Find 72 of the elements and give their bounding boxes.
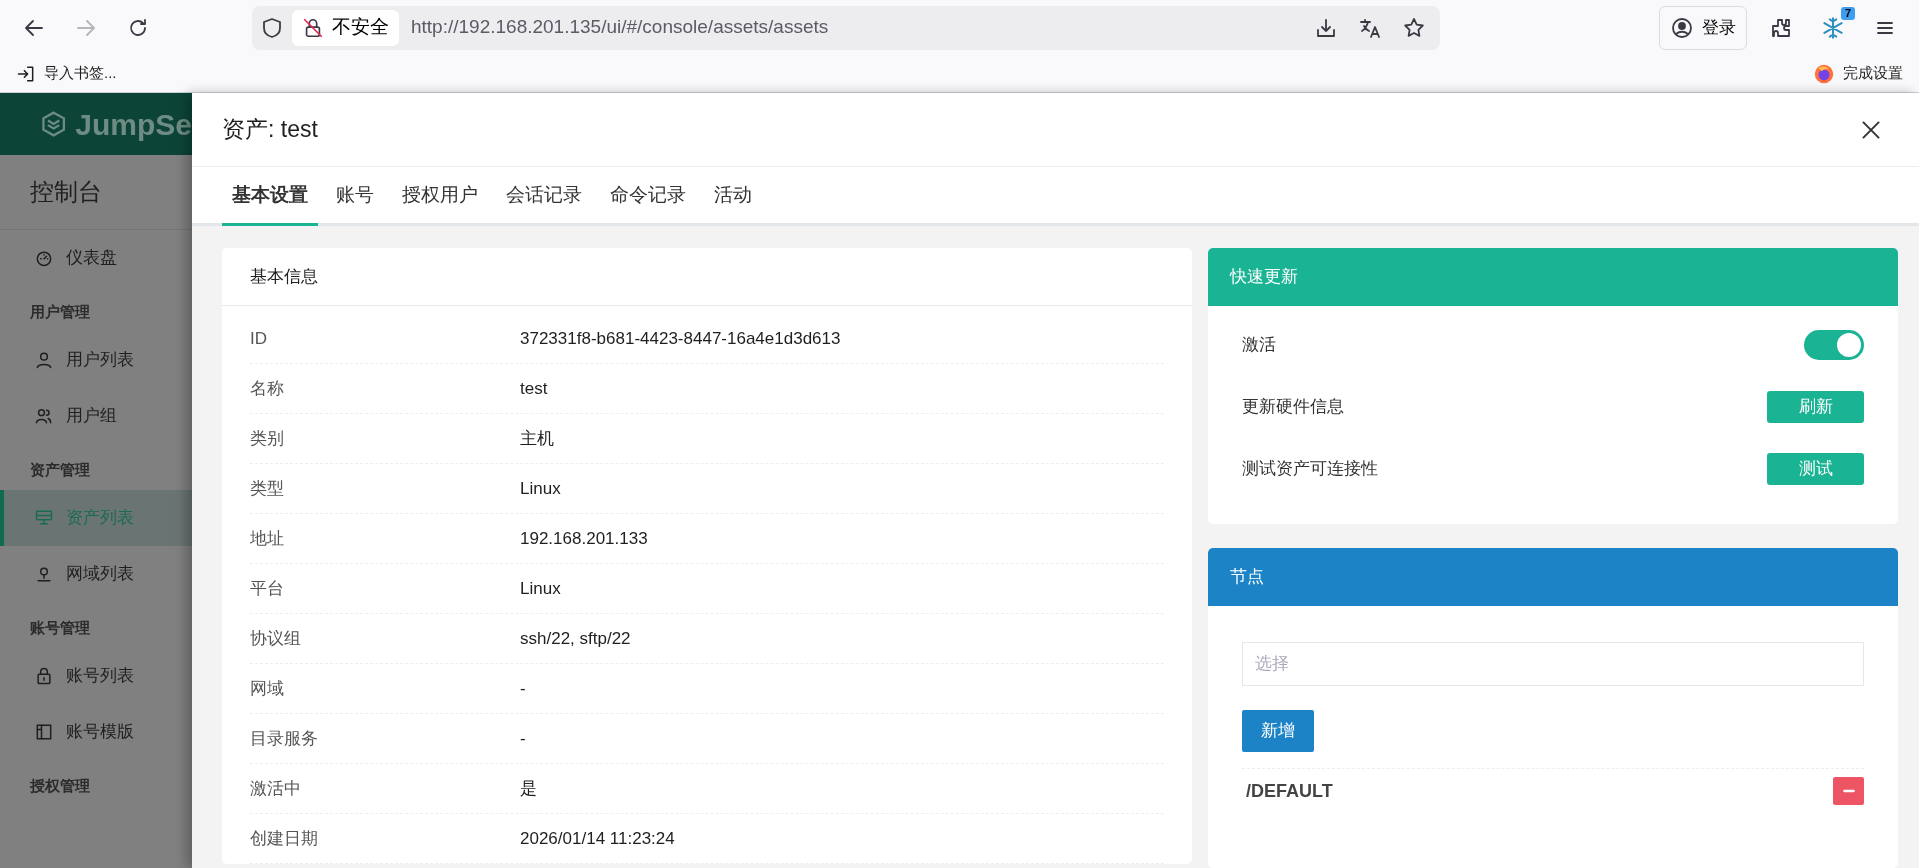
- section-heading: 账号管理: [30, 617, 90, 638]
- card-title: 节点: [1230, 566, 1264, 589]
- section-heading: 授权管理: [30, 775, 90, 796]
- snowflake-icon: [1820, 14, 1846, 41]
- node-path: /DEFAULT: [1246, 779, 1333, 803]
- field-label: 地址: [250, 527, 285, 550]
- sidebar-item[interactable]: 用户组: [0, 388, 192, 444]
- tab[interactable]: 命令记录: [600, 167, 696, 226]
- sidebar-item[interactable]: 账号模版: [0, 704, 192, 760]
- card-title: 快速更新: [1230, 266, 1298, 289]
- shield-icon[interactable]: [260, 15, 284, 40]
- sign-in-button[interactable]: 登录: [1659, 5, 1747, 50]
- users-icon: [34, 406, 54, 426]
- sidebar-title: 控制台: [30, 177, 102, 207]
- field-value: 372331f8-b681-4423-8447-16a4e1d3d613: [520, 327, 841, 350]
- template-icon: [34, 722, 54, 742]
- tab[interactable]: 会话记录: [496, 167, 592, 226]
- url-text: http://192.168.201.135/ui/#/console/assets/assets: [411, 15, 829, 40]
- field-value: -: [520, 677, 526, 700]
- sidebar-item[interactable]: 仪表盘: [0, 230, 192, 286]
- setting-label: 测试资产可连接性: [1242, 458, 1378, 481]
- sidebar-item[interactable]: 用户列表: [0, 332, 192, 388]
- field-value: 2026/01/14 11:23:24: [520, 827, 675, 850]
- section-heading: 用户管理: [30, 301, 90, 322]
- tab[interactable]: 账号: [326, 167, 384, 226]
- lock-icon: [34, 666, 54, 686]
- field-label: 协议组: [250, 627, 302, 650]
- tab[interactable]: 授权用户: [392, 167, 488, 226]
- field-value: Linux: [520, 477, 561, 500]
- field-value: 192.168.201.133: [520, 527, 648, 550]
- browser-logo-icon: [1813, 62, 1835, 85]
- setting-label: 激活: [1242, 334, 1276, 357]
- account-icon: [1670, 15, 1694, 40]
- setup-link[interactable]: 完成设置: [1813, 62, 1903, 85]
- lock-slash-icon: [302, 16, 324, 39]
- monitor-icon: [34, 508, 54, 528]
- security-button[interactable]: 不安全: [292, 9, 399, 46]
- setting-label: 更新硬件信息: [1242, 396, 1344, 419]
- select-field[interactable]: 选择: [1242, 642, 1864, 686]
- field-label: 平台: [250, 577, 285, 600]
- card-title: 基本信息: [250, 265, 318, 288]
- field-value: Linux: [520, 577, 561, 600]
- field-label: ID: [250, 327, 268, 350]
- remove-button[interactable]: [1833, 777, 1864, 805]
- sidebar-item[interactable]: 账号列表: [0, 648, 192, 704]
- drawer-title: 资产: test: [222, 115, 318, 145]
- field-value: 主机: [520, 427, 554, 450]
- field-label: 类型: [250, 477, 285, 500]
- field-label: 名称: [250, 377, 285, 400]
- add-button[interactable]: 新增: [1242, 710, 1314, 752]
- field-label: 激活中: [250, 777, 302, 800]
- import-bookmarks-link[interactable]: 导入书签...: [16, 62, 117, 85]
- section-heading: 资产管理: [30, 459, 90, 480]
- star-icon: [1402, 15, 1426, 40]
- field-label: 类别: [250, 427, 285, 450]
- location-icon: [34, 564, 54, 584]
- sidebar-item[interactable]: 网域列表: [0, 546, 192, 602]
- field-label: 网域: [250, 677, 285, 700]
- toggle-switch[interactable]: [1804, 330, 1864, 360]
- field-value: ssh/22, sftp/22: [520, 627, 631, 650]
- field-label: 目录服务: [250, 727, 319, 750]
- field-label: 创建日期: [250, 827, 319, 850]
- tab[interactable]: 活动: [704, 167, 762, 226]
- tab[interactable]: 基本设置: [222, 167, 318, 226]
- logo-text: JumpSe: [75, 106, 192, 143]
- field-value: -: [520, 727, 526, 750]
- dashboard-icon: [34, 248, 54, 268]
- field-value: test: [520, 377, 548, 400]
- field-value: 是: [520, 777, 537, 800]
- count-badge: 7: [1840, 6, 1855, 20]
- address-bar[interactable]: 不安全 http://192.168.201.135/ui/#/console/assets/assets: [252, 5, 1440, 50]
- user-icon: [34, 350, 54, 370]
